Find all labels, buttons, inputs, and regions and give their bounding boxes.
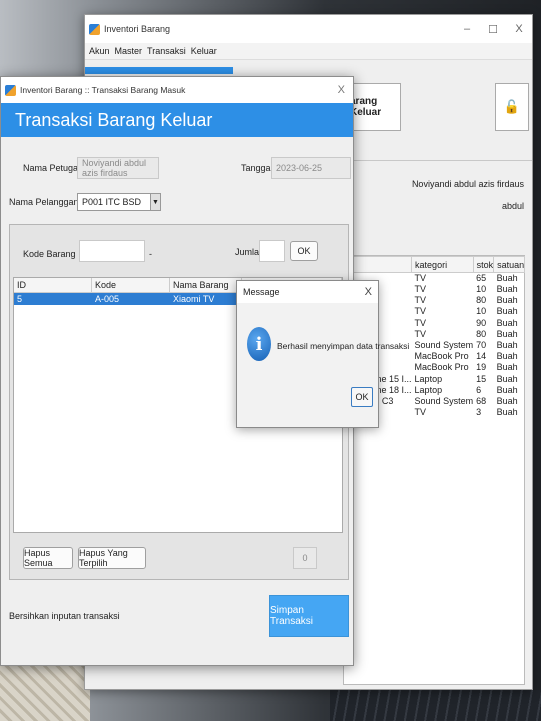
col-nama[interactable] — [343, 256, 413, 273]
table-cell: TV — [414, 295, 427, 306]
table-cell: Buah — [496, 328, 518, 339]
table-cell: 10 — [476, 306, 487, 317]
table-cell: 80 — [476, 328, 487, 339]
table-cell: 14 — [476, 351, 487, 362]
table-cell: TV — [414, 273, 427, 283]
lock-icon: 🔓 — [503, 99, 521, 114]
lock-button[interactable]: 🔓 — [495, 83, 529, 131]
table-cell: 3 — [476, 407, 482, 418]
grid-cell-id: 5 — [17, 294, 23, 304]
table-cell: Buah — [496, 317, 518, 328]
nama-petugas-label: Nama Petugas — [23, 163, 83, 173]
message-close-button[interactable]: X — [365, 286, 372, 298]
user-full-name: Noviyandi abdul azis firdaus — [411, 179, 524, 189]
minimize-button[interactable]: – — [454, 23, 480, 36]
grid-cell-kode: A-005 — [95, 294, 120, 304]
col-kategori[interactable]: kategori — [411, 256, 474, 273]
table-cell: Buah — [496, 395, 518, 406]
dialog-title: Inventori Barang :: Transaksi Barang Mas… — [20, 85, 186, 95]
main-window-title: Inventori Barang — [104, 24, 171, 34]
ok-button[interactable]: OK — [290, 241, 318, 261]
info-icon: i — [247, 327, 271, 361]
table-cell: 19 — [476, 362, 487, 373]
table-cell: 6 — [476, 384, 482, 395]
desktop-floor — [330, 690, 541, 721]
nama-petugas-field[interactable]: Noviyandi abdul azis firdaus — [77, 157, 159, 179]
message-ok-button[interactable]: OK — [351, 387, 373, 407]
table-cell: 15 — [476, 373, 487, 384]
grid-col-id[interactable]: ID — [14, 278, 92, 292]
table-header: kategori stok satuan — [343, 256, 526, 273]
table-cell: TV — [414, 306, 427, 317]
kode-barang-label: Kode Barang — [23, 249, 76, 259]
chevron-down-icon: ▼ — [150, 194, 160, 210]
table-cell: Buah — [496, 362, 518, 373]
window-controls: – ☐ X — [454, 23, 532, 36]
pelanggan-select[interactable]: P001 ITC BSD ▼ — [77, 193, 161, 211]
table-cell: Sound System — [414, 340, 474, 351]
table-cell: TV — [414, 317, 427, 328]
table-cell: Buah — [496, 407, 518, 418]
menu-akun[interactable]: Akun — [89, 46, 110, 56]
menu-master[interactable]: Master — [115, 46, 143, 56]
table-cell: Buah — [496, 351, 518, 362]
dialog-header-title: Transaksi Barang Keluar — [15, 109, 213, 130]
kode-barang-input[interactable] — [79, 240, 145, 262]
table-cell: 10 — [476, 284, 487, 295]
close-button[interactable]: X — [506, 23, 532, 36]
table-cell: TV — [414, 328, 427, 339]
active-tab-indicator — [85, 67, 233, 74]
table-cell: MacBook Pro — [414, 362, 469, 373]
main-titlebar: Inventori Barang – ☐ X — [85, 15, 532, 43]
table-cell: 70 — [476, 340, 487, 351]
message-dialog: Message X i Berhasil menyimpan data tran… — [236, 280, 409, 428]
table-cell: 90 — [476, 317, 487, 328]
grid-col-nama[interactable]: Nama Barang — [170, 278, 242, 292]
table-cell: Buah — [496, 340, 518, 351]
table-cell: Buah — [496, 373, 518, 384]
app-icon — [89, 23, 100, 35]
table-cell: Buah — [496, 306, 518, 317]
message-title: Message — [243, 287, 280, 297]
grid-col-kode[interactable]: Kode — [92, 278, 170, 292]
grid-cell-nama: Xiaomi TV — [173, 294, 215, 304]
total-field: 0 — [293, 547, 317, 569]
tanggal-label: Tanggal — [241, 163, 273, 173]
table-cell: MacBook Pro — [414, 351, 469, 362]
tanggal-field[interactable]: 2023-06-25 — [271, 157, 351, 179]
table-cell: Buah — [496, 284, 518, 295]
dialog-header: Transaksi Barang Keluar — [1, 103, 353, 137]
nama-pelanggan-label: Nama Pelanggan — [9, 197, 79, 207]
dialog-close-button[interactable]: X — [338, 84, 345, 96]
col-stok[interactable]: stok — [472, 256, 495, 273]
message-titlebar: Message X — [237, 281, 378, 303]
pelanggan-value: P001 ITC BSD — [82, 197, 142, 207]
simpan-transaksi-button[interactable]: Simpan Transaksi — [269, 595, 349, 637]
table-cell: Sound System — [414, 395, 474, 406]
col-satuan[interactable]: satuan — [493, 256, 526, 273]
menubar: Akun Master Transaksi Keluar — [85, 43, 532, 60]
table-cell: 80 — [476, 295, 487, 306]
maximize-button[interactable]: ☐ — [480, 23, 506, 36]
table-cell: Buah — [496, 273, 518, 283]
menu-keluar[interactable]: Keluar — [191, 46, 217, 56]
table-cell: TV — [414, 407, 427, 418]
table-cell: Buah — [496, 384, 518, 395]
hapus-terpilih-button[interactable]: Hapus Yang Terpilih — [78, 547, 146, 569]
table-cell: Laptop — [414, 384, 443, 395]
dialog-titlebar: Inventori Barang :: Transaksi Barang Mas… — [1, 77, 353, 103]
table-cell: Buah — [496, 295, 518, 306]
table-cell: TV — [414, 284, 427, 295]
table-cell: 68 — [476, 395, 487, 406]
bersihkan-link[interactable]: Bersihkan inputan transaksi — [9, 611, 120, 621]
table-cell: 65 — [476, 273, 487, 283]
jumlah-input[interactable] — [259, 240, 285, 262]
hapus-semua-button[interactable]: Hapus Semua — [23, 547, 73, 569]
menu-transaksi[interactable]: Transaksi — [147, 46, 186, 56]
table-cell: Laptop — [414, 373, 443, 384]
app-icon — [5, 84, 16, 96]
user-short-name: abdul — [501, 201, 524, 211]
message-text: Berhasil menyimpan data transaksi — [277, 341, 410, 351]
kode-barang-dash: - — [149, 249, 152, 259]
